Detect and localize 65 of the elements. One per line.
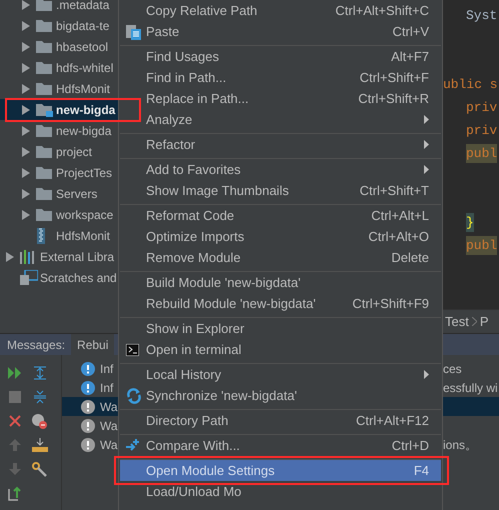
shortcut-label: Ctrl+Shift+R — [358, 90, 429, 108]
menu-item-label: Build Module 'new-bigdata' — [146, 274, 301, 292]
message-text: ces — [443, 360, 463, 378]
message-text: Wa — [100, 418, 118, 434]
menu-item-label: Add to Favorites — [146, 160, 241, 179]
tree-item-label: HdfsMonit — [56, 228, 110, 244]
message-text: ions。 — [443, 436, 478, 454]
shortcut-label: Ctrl+V — [392, 22, 429, 41]
tree-item-label: Servers — [56, 186, 98, 202]
menu-item-label: Directory Path — [146, 412, 228, 430]
shortcut-label: Alt+F7 — [391, 48, 429, 66]
menu-item-label: Refactor — [146, 136, 196, 154]
tree-item-label: new-bigda — [56, 122, 112, 140]
tree-item-label: External Libra — [40, 248, 114, 266]
shortcut-label: Delete — [391, 248, 429, 267]
code-text: publ — [466, 144, 498, 164]
menu-item-label: Synchronize 'new-bigdata' — [146, 386, 297, 405]
menu-item-label: Load/Unload Mo — [146, 482, 242, 501]
shortcut-label: Ctrl+D — [392, 436, 429, 455]
menu-item-label: Copy Relative Path — [146, 2, 258, 20]
tree-item-label: .metadata — [56, 0, 110, 14]
tree-item-label: HdfsMonit — [56, 80, 110, 98]
tree-item-label: workspace — [56, 206, 114, 224]
code-text: priv — [466, 122, 498, 140]
message-text: essfully wi — [443, 380, 499, 396]
shortcut-label: Ctrl+Shift+F9 — [352, 294, 429, 313]
message-text: Wa — [100, 398, 118, 416]
menu-item-label: Replace in Path... — [146, 90, 249, 108]
code-text: } — [466, 212, 474, 232]
shortcut-label: F4 — [414, 462, 429, 480]
shortcut-label: Ctrl+Alt+O — [368, 228, 429, 246]
code-text: Syst — [466, 6, 498, 25]
panel-title: Messages: — [6, 336, 66, 354]
message-text: Wa — [100, 436, 118, 454]
menu-item-label: Optimize Imports — [146, 228, 244, 246]
menu-item-label: Show in Explorer — [146, 320, 244, 338]
menu-item-label: Remove Module — [146, 248, 241, 267]
menu-item-label: Reformat Code — [146, 206, 234, 225]
menu-item-label: Show Image Thumbnails — [146, 182, 289, 200]
tree-item-label: bigdata-te — [56, 18, 110, 34]
tree-item-label: hdfs-whitel — [56, 60, 114, 76]
shortcut-label: Ctrl+Alt+F12 — [356, 412, 429, 430]
tree-item-label: Scratches and — [40, 270, 117, 286]
menu-item-label: Local History — [146, 366, 222, 384]
code-text: publ — [466, 236, 498, 256]
shortcut-label: Ctrl+Alt+Shift+C — [335, 2, 429, 20]
menu-item-label: Analyze — [146, 110, 192, 129]
shortcut-label: Ctrl+Shift+T — [360, 182, 429, 200]
shortcut-label: Ctrl+Alt+L — [371, 206, 429, 225]
message-text: Inf — [100, 380, 114, 396]
code-text: priv — [466, 98, 498, 117]
menu-item-label: Open in terminal — [146, 340, 242, 359]
tree-item-label: project — [56, 144, 92, 160]
tree-item-label: ProjectTes — [56, 164, 112, 182]
menu-item-label: Find in Path... — [146, 68, 226, 87]
menu-item-label: Find Usages — [146, 48, 219, 66]
menu-item-label: Paste — [146, 22, 180, 41]
menu-item-label: Rebuild Module 'new-bigdata' — [146, 294, 316, 313]
menu-item-label: Open Module Settings — [146, 462, 275, 480]
tree-item-label: new-bigda — [56, 102, 116, 118]
menu-item-label: Compare With... — [146, 436, 240, 455]
tree-item-label: hbasetool — [56, 38, 108, 56]
shortcut-label: Ctrl+Shift+F — [360, 68, 429, 87]
code-text: ublic s — [443, 76, 498, 94]
message-text: Inf — [100, 360, 114, 378]
